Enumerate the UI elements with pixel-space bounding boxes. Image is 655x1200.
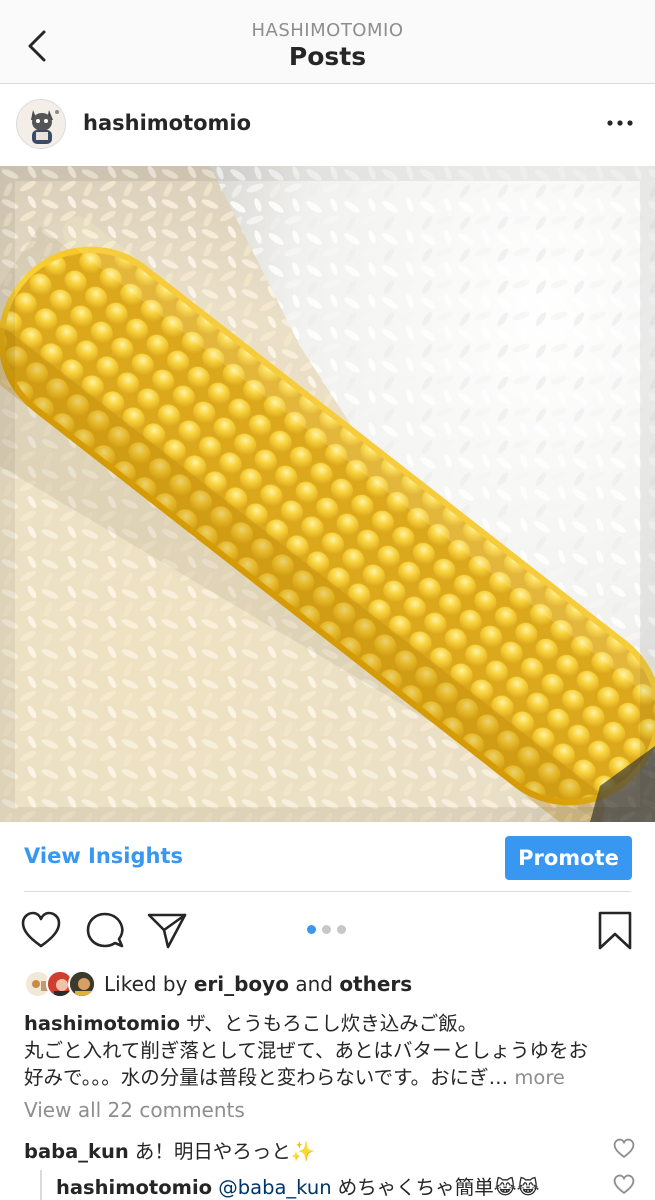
post-caption: hashimotomio ザ、とうもろこし炊き込みご飯。 丸ごと入れて削ぎ落とし… (24, 1010, 634, 1091)
likes-others[interactable]: others (339, 972, 412, 996)
action-bar (0, 900, 655, 960)
comment-text: あ！明日やろっと✨ (134, 1140, 316, 1163)
caption-more-link[interactable]: more (514, 1066, 565, 1089)
caption-username[interactable]: hashimotomio (24, 1012, 180, 1035)
likes-prefix: Liked by (104, 972, 188, 996)
more-options-button[interactable] (603, 111, 637, 135)
corn-rice-image (0, 166, 655, 822)
post-username[interactable]: hashimotomio (83, 111, 251, 135)
caption-line-3: 好みで。。。水の分量は普段と変わらないです。おにぎ… (24, 1066, 509, 1089)
heart-icon (21, 911, 61, 948)
top-navigation-bar: HASHIMOTOMIO Posts (0, 0, 655, 84)
view-insights-link[interactable]: View Insights (24, 844, 183, 868)
avatar-illustration (17, 100, 65, 148)
reply-mention[interactable]: @baba_kun (218, 1176, 331, 1199)
share-button[interactable] (146, 910, 188, 952)
carousel-dot (337, 925, 346, 934)
carousel-dot-active (307, 925, 316, 934)
comment-button[interactable] (84, 910, 126, 952)
comment-like-button[interactable] (613, 1138, 635, 1160)
reply-username[interactable]: hashimotomio (56, 1176, 212, 1199)
likes-connector: and (295, 972, 333, 996)
reply-like-button[interactable] (613, 1174, 635, 1196)
post-header: hashimotomio (0, 85, 655, 165)
like-button[interactable] (20, 910, 62, 952)
reply-thread-line (40, 1170, 42, 1200)
account-name-label: HASHIMOTOMIO (251, 20, 404, 41)
caption-line-1: ザ、とうもろこし炊き込みご飯。 (186, 1012, 478, 1035)
heart-icon (613, 1174, 635, 1194)
post-photo[interactable] (0, 166, 655, 822)
divider (24, 891, 631, 892)
view-all-comments-link[interactable]: View all 22 comments (24, 1098, 245, 1122)
save-button[interactable] (594, 910, 636, 952)
reply-text: めちゃくちゃ簡単😹😹 (337, 1176, 540, 1199)
bookmark-icon (598, 911, 632, 950)
heart-icon (613, 1138, 635, 1158)
comment-icon (86, 912, 124, 948)
caption-line-2: 丸ごと入れて削ぎ落として混ぜて、あとはバターとしょうゆをお (24, 1039, 588, 1062)
more-horizontal-icon (607, 120, 633, 126)
carousel-dot (322, 925, 331, 934)
carousel-indicator (307, 925, 346, 934)
liker-avatar (68, 970, 96, 998)
share-icon (147, 913, 187, 949)
liker-avatars (24, 969, 98, 999)
comment-username[interactable]: baba_kun (24, 1140, 129, 1163)
promote-button[interactable]: Promote (505, 836, 632, 880)
insights-row: View Insights Promote (0, 822, 655, 892)
page-title: Posts (288, 42, 367, 71)
liker-username[interactable]: eri_boyo (194, 972, 289, 996)
avatar[interactable] (16, 99, 66, 149)
likes-summary[interactable]: Liked by eri_boyo and others (24, 968, 412, 1000)
comment-item: baba_kun あ！明日やろっと✨ (24, 1135, 315, 1164)
reply-item: hashimotomio @baba_kun めちゃくちゃ簡単😹😹 (56, 1171, 539, 1200)
